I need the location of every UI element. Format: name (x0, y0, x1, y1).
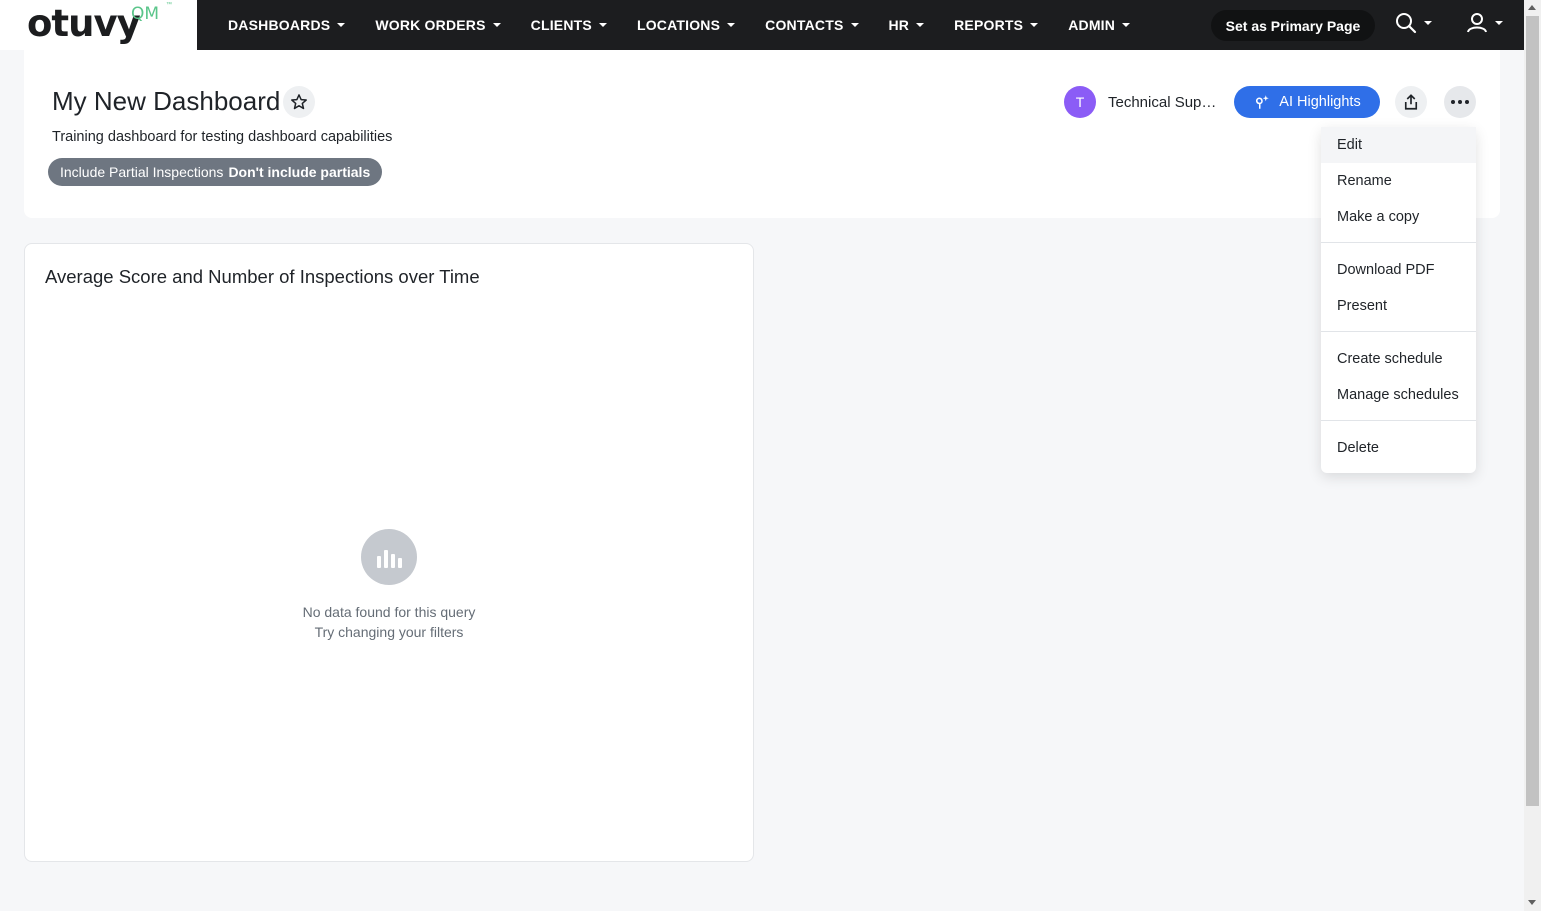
more-horizontal-icon (1451, 100, 1469, 104)
menu-item-present[interactable]: Present (1321, 288, 1476, 324)
caret-down-icon (492, 23, 501, 27)
scrollbar-thumb[interactable] (1526, 16, 1539, 806)
nav-work-orders[interactable]: WORK ORDERS (375, 17, 501, 33)
more-options-menu: Edit Rename Make a copy Download PDF Pre… (1321, 127, 1476, 473)
star-icon (291, 94, 307, 110)
logo-text: otuvy (27, 2, 141, 45)
nav-admin-label: ADMIN (1068, 17, 1116, 33)
caret-down-icon (727, 23, 736, 27)
filter-chip[interactable]: Include Partial Inspections Don't includ… (48, 158, 383, 186)
logo-suffix: QM (131, 4, 160, 24)
menu-item-delete[interactable]: Delete (1321, 430, 1476, 466)
ai-highlights-button[interactable]: AI Highlights (1234, 86, 1380, 118)
nav-clients-label: CLIENTS (530, 17, 592, 33)
menu-item-rename[interactable]: Rename (1321, 163, 1476, 199)
bar-chart-icon (361, 529, 417, 585)
caret-down-icon (1030, 23, 1039, 27)
caret-down-icon (916, 23, 925, 27)
bar-chart-icon-bar (383, 550, 388, 568)
bar-chart-icon-bar (390, 554, 395, 568)
nav-reports-label: REPORTS (954, 17, 1024, 33)
scroll-up-arrow-icon[interactable] (1528, 5, 1536, 10)
nav-dashboards-label: DASHBOARDS (228, 17, 331, 33)
search-icon (1396, 13, 1417, 34)
menu-item-make-copy[interactable]: Make a copy (1321, 199, 1476, 235)
user-menu-button[interactable] (1466, 12, 1503, 34)
menu-item-create-schedule[interactable]: Create schedule (1321, 341, 1476, 377)
dashboard-header: My New Dashboard Training dashboard for … (24, 50, 1500, 218)
caret-down-icon (598, 23, 607, 27)
nav-locations-label: LOCATIONS (636, 17, 721, 33)
nav-hr-label: HR (888, 17, 910, 33)
favorite-button[interactable] (283, 86, 315, 118)
caret-down-icon (1122, 23, 1131, 27)
page-title: My New Dashboard (52, 86, 281, 116)
caret-down-icon (1424, 21, 1432, 25)
nav-clients[interactable]: CLIENTS (531, 17, 607, 33)
widget-title: Average Score and Number of Inspections … (45, 266, 480, 287)
nav-dashboards[interactable]: DASHBOARDS (228, 17, 346, 33)
nav-admin[interactable]: ADMIN (1068, 17, 1131, 33)
menu-divider (1321, 242, 1476, 243)
share-icon (1404, 94, 1418, 110)
more-options-button[interactable] (1444, 86, 1476, 118)
chart-widget[interactable]: Average Score and Number of Inspections … (24, 243, 754, 862)
bar-chart-icon-bar (397, 558, 402, 568)
nav-locations[interactable]: LOCATIONS (636, 17, 736, 33)
filter-name: Include Partial Inspections (60, 164, 224, 180)
bar-chart-icon-bar (376, 556, 381, 568)
menu-divider (1321, 420, 1476, 421)
empty-state-hint: Try changing your filters (314, 624, 464, 640)
logo-trademark: ™ (166, 2, 172, 8)
caret-down-icon (337, 23, 346, 27)
nav-reports[interactable]: REPORTS (954, 17, 1039, 33)
page-scrollbar[interactable] (1524, 0, 1541, 911)
page-description: Training dashboard for testing dashboard… (52, 129, 393, 145)
caret-down-icon (1495, 21, 1503, 25)
scroll-down-arrow-icon[interactable] (1528, 900, 1536, 905)
sparkle-icon (1256, 95, 1270, 109)
menu-item-edit[interactable]: Edit (1321, 127, 1476, 163)
share-button[interactable] (1395, 86, 1427, 118)
nav-contacts[interactable]: CONTACTS (765, 17, 859, 33)
menu-item-download-pdf[interactable]: Download PDF (1321, 252, 1476, 288)
empty-state-message: No data found for this query (302, 604, 476, 620)
caret-down-icon (850, 23, 859, 27)
nav-contacts-label: CONTACTS (765, 17, 844, 33)
search-menu-button[interactable] (1395, 12, 1432, 34)
menu-item-manage-schedules[interactable]: Manage schedules (1321, 377, 1476, 413)
top-nav-bar: otuvy QM ™ DASHBOARDS WORK ORDERS CLIENT… (0, 0, 1524, 50)
main-nav: DASHBOARDS WORK ORDERS CLIENTS LOCATIONS… (228, 0, 1160, 50)
nav-hr[interactable]: HR (889, 17, 925, 33)
avatar[interactable]: T (1064, 86, 1096, 118)
owner-name[interactable]: Technical Support (1108, 94, 1224, 111)
nav-work-orders-label: WORK ORDERS (375, 17, 486, 33)
user-icon (1467, 13, 1487, 33)
set-primary-page-button[interactable]: Set as Primary Page (1211, 10, 1375, 41)
menu-divider (1321, 331, 1476, 332)
filter-value: Don't include partials (228, 164, 371, 180)
logo[interactable]: otuvy QM ™ (0, 0, 197, 50)
ai-highlights-label: AI Highlights (1279, 94, 1361, 110)
